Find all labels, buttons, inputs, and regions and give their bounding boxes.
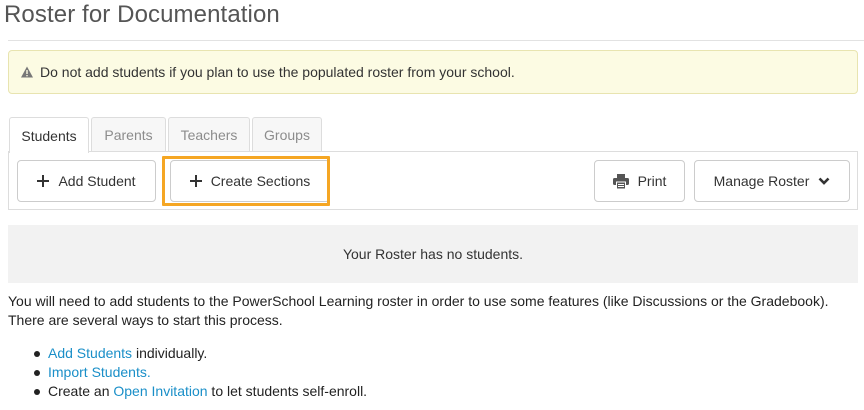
title-divider: [8, 40, 864, 41]
tab-parents[interactable]: Parents: [91, 117, 166, 152]
alert-text: Do not add students if you plan to use t…: [40, 64, 515, 80]
tab-teachers[interactable]: Teachers: [168, 117, 250, 152]
list-item: Add Students individually.: [33, 344, 367, 363]
print-label: Print: [637, 173, 667, 189]
add-student-label: Add Student: [58, 173, 136, 189]
list-item: Import Students.: [33, 363, 367, 382]
create-sections-label: Create Sections: [210, 173, 311, 189]
warning-icon: [20, 65, 34, 79]
step-text: Create an: [48, 383, 114, 399]
open-invitation-link[interactable]: Open Invitation: [113, 383, 207, 399]
warning-alert: Do not add students if you plan to use t…: [8, 50, 858, 94]
roster-toolbar: Add Student Create Sections Print Manage…: [8, 151, 858, 210]
roster-steps-list: Add Students individually. Import Studen…: [33, 344, 368, 401]
roster-tabs: Students Parents Teachers Groups: [9, 117, 324, 153]
roster-info-paragraph: You will need to add students to the Pow…: [8, 293, 829, 328]
add-student-button[interactable]: Add Student: [17, 160, 156, 202]
plus-icon: [37, 175, 50, 187]
list-item: Create an Open Invitation to let student…: [33, 382, 368, 401]
chevron-down-icon: [818, 177, 830, 186]
printer-icon: [612, 173, 629, 189]
plus-icon: [189, 175, 202, 187]
tab-students[interactable]: Students: [9, 117, 89, 153]
empty-roster-text: Your Roster has no students.: [342, 246, 524, 262]
empty-roster-message: Your Roster has no students.: [8, 225, 858, 283]
import-students-link[interactable]: Import Students.: [48, 364, 151, 380]
manage-roster-label: Manage Roster: [713, 173, 810, 189]
print-button[interactable]: Print: [594, 160, 685, 202]
add-students-link[interactable]: Add Students: [48, 345, 132, 361]
tab-groups[interactable]: Groups: [252, 117, 322, 152]
step-text: individually.: [132, 345, 208, 361]
step-text: to let students self-enroll.: [207, 383, 368, 399]
manage-roster-dropdown[interactable]: Manage Roster: [694, 160, 850, 202]
create-sections-button[interactable]: Create Sections: [170, 160, 330, 202]
page-title: Roster for Documentation: [4, 1, 280, 28]
